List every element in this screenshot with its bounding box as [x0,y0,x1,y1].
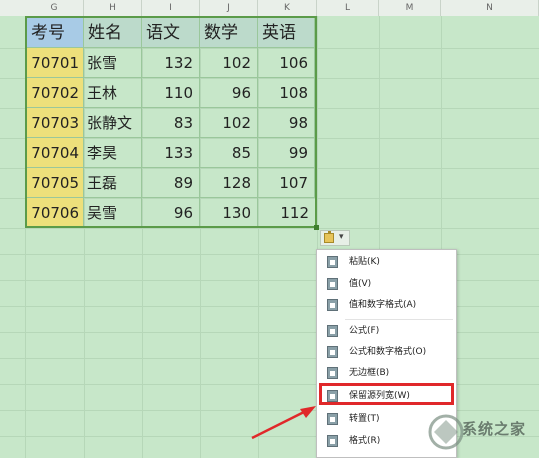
annotation-arrow [251,406,316,440]
watermark-text: 系统之家 [462,420,527,438]
